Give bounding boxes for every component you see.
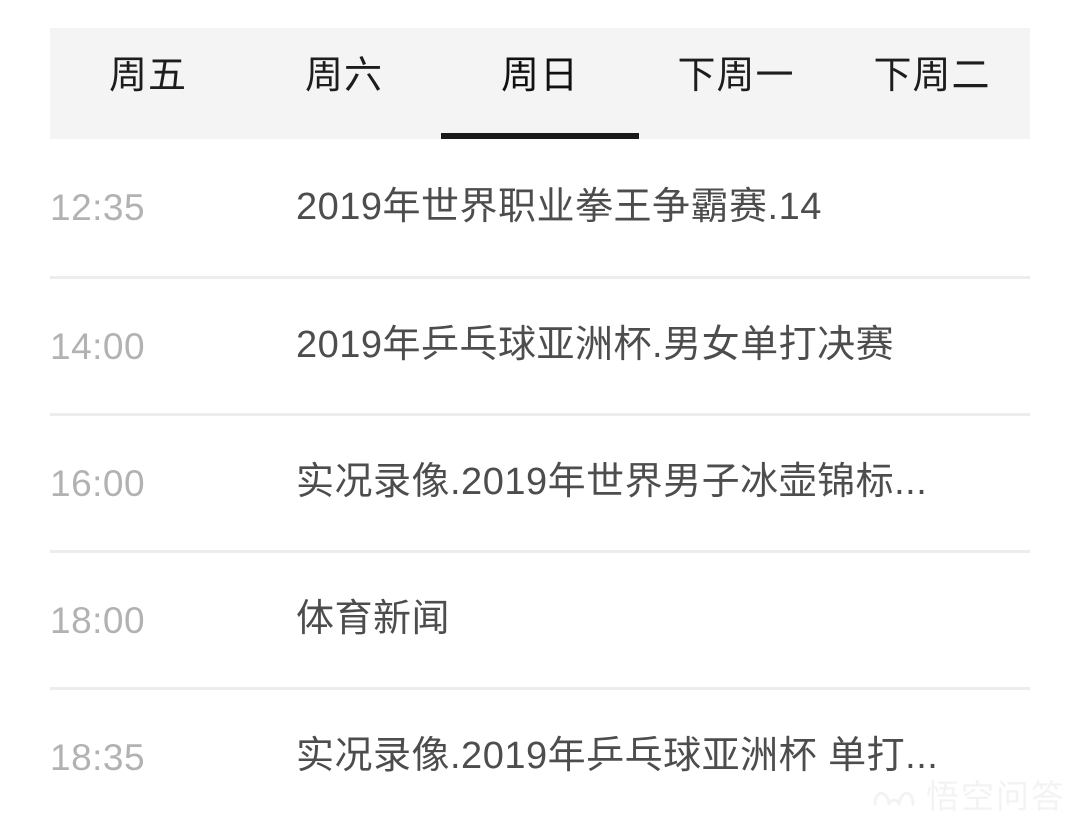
tab-day-0[interactable]: 周五 <box>50 28 246 139</box>
table-row[interactable]: 14:00 2019年乒乓球亚洲杯.男女单打决赛 <box>50 276 1030 413</box>
tab-day-2-label: 周日 <box>500 54 579 97</box>
row-time: 12:35 <box>50 187 146 228</box>
row-time: 18:00 <box>50 599 146 641</box>
tab-day-4[interactable]: 下周二 <box>834 28 1030 139</box>
table-row[interactable]: 18:35 实况录像.2019年乒乓球亚洲杯 单打... <box>50 687 1030 824</box>
row-time: 14:00 <box>50 325 146 367</box>
row-title: 2019年世界职业拳王争霸赛.14 <box>296 185 822 228</box>
schedule-list: 12:35 2019年世界职业拳王争霸赛.14 14:00 2019年乒乓球亚洲… <box>50 139 1030 824</box>
tab-day-1[interactable]: 周六 <box>246 28 442 139</box>
day-tab-bar: 周五 周六 周日 下周一 下周二 <box>50 28 1030 139</box>
table-row[interactable]: 16:00 实况录像.2019年世界男子冰壶锦标... <box>50 413 1030 550</box>
tv-schedule-screen: 周五 周六 周日 下周一 下周二 12:35 2019年世界职业拳王争霸赛.14… <box>0 0 1080 824</box>
row-time: 18:35 <box>50 736 146 778</box>
tab-day-4-label: 下周二 <box>873 54 991 97</box>
row-title: 2019年乒乓球亚洲杯.男女单打决赛 <box>296 324 895 367</box>
table-row[interactable]: 18:00 体育新闻 <box>50 550 1030 687</box>
tab-day-2[interactable]: 周日 <box>441 28 639 139</box>
row-title: 实况录像.2019年世界男子冰壶锦标... <box>296 461 928 504</box>
row-time: 16:00 <box>50 462 146 504</box>
table-row[interactable]: 12:35 2019年世界职业拳王争霸赛.14 <box>50 139 1030 276</box>
tab-day-3-label: 下周一 <box>677 54 795 97</box>
row-title: 实况录像.2019年乒乓球亚洲杯 单打... <box>296 735 939 778</box>
row-title: 体育新闻 <box>296 598 451 641</box>
tab-day-0-label: 周五 <box>108 54 187 97</box>
tab-day-3[interactable]: 下周一 <box>638 28 834 139</box>
tab-day-1-label: 周六 <box>304 54 383 97</box>
